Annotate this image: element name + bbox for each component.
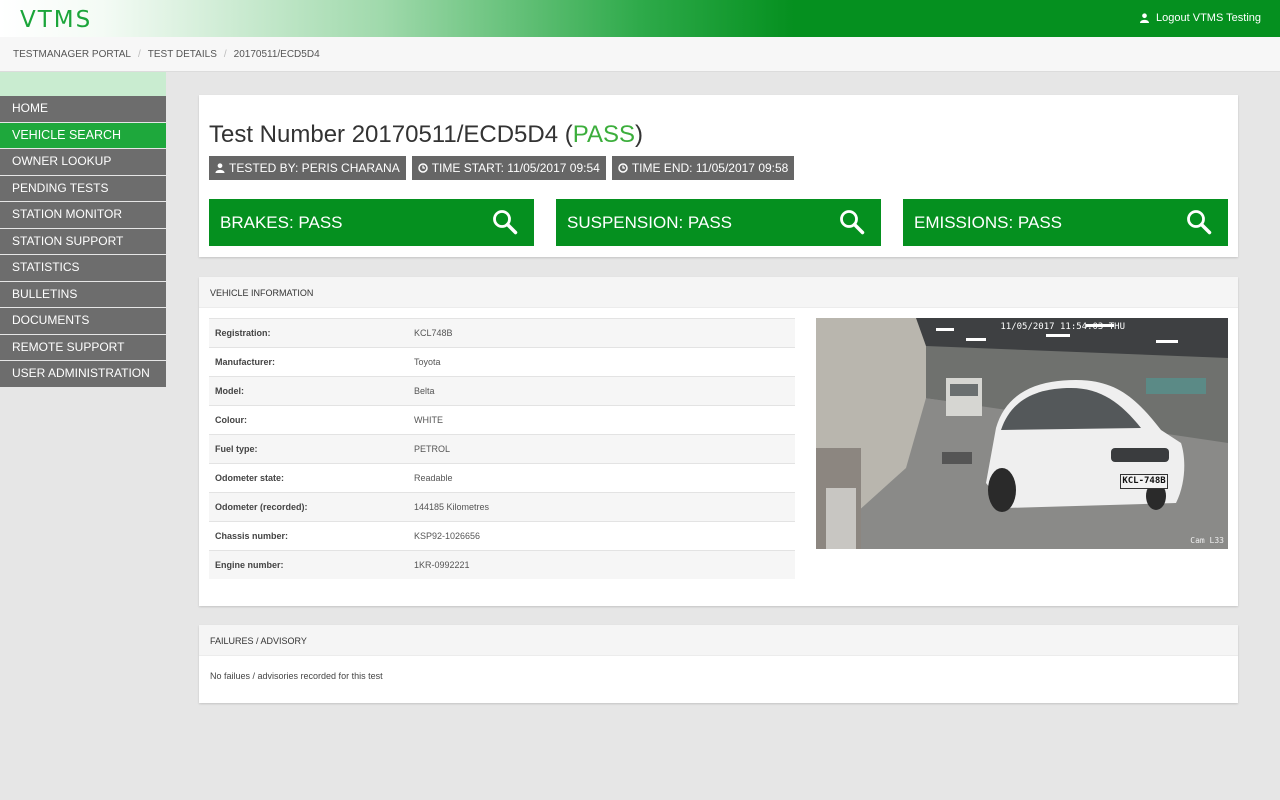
camera-timestamp: 11/05/2017 11:54:03 THU — [1000, 322, 1125, 332]
sidebar-item-station-support[interactable]: STATION SUPPORT — [0, 228, 166, 254]
time-end-badge: TIME END: 11/05/2017 09:58 — [611, 156, 795, 180]
vehicle-information-table: Registration: KCL748B Manufacturer: Toyota… — [209, 318, 795, 579]
row-value: 1KR-0992221 — [414, 560, 470, 570]
breadcrumb-separator: / — [137, 49, 141, 60]
clock-icon — [417, 163, 428, 173]
sidebar-item-station-monitor[interactable]: STATION MONITOR — [0, 202, 166, 228]
sidebar-item-statistics[interactable]: STATISTICS — [0, 255, 166, 281]
table-row: Manufacturer: Toyota — [209, 347, 795, 376]
camera-label: Cam L33 — [1190, 536, 1224, 545]
test-status: PASS — [572, 121, 635, 148]
suspension-result-label: SUSPENSION: PASS — [567, 213, 733, 232]
row-key: Colour: — [215, 415, 247, 425]
breadcrumb: TESTMANAGER PORTAL / TEST DETAILS / 2017… — [13, 49, 320, 60]
row-key: Fuel type: — [215, 444, 258, 454]
time-start-badge: TIME START: 11/05/2017 09:54 — [411, 156, 606, 180]
brakes-result-button[interactable]: BRAKES: PASS — [209, 199, 534, 246]
row-key: Engine number: — [215, 560, 284, 570]
row-value: PETROL — [414, 444, 451, 454]
row-key: Manufacturer: — [215, 357, 276, 367]
time-end-text: TIME END: 11/05/2017 09:58 — [631, 161, 789, 175]
table-row: Odometer (recorded): 144185 Kilometres — [209, 492, 795, 521]
logout-label: Logout VTMS Testing — [1156, 12, 1261, 24]
breadcrumb-item-portal[interactable]: TESTMANAGER PORTAL — [13, 49, 131, 60]
table-row: Model: Belta — [209, 376, 795, 405]
clock-icon — [618, 163, 628, 173]
tested-by-text: TESTED BY: PERIS CHARANA — [229, 161, 400, 175]
sidebar-item-vehicle-search[interactable]: VEHICLE SEARCH — [0, 122, 166, 148]
table-row: Registration: KCL748B — [209, 318, 795, 347]
sidebar-item-remote-support[interactable]: REMOTE SUPPORT — [0, 334, 166, 360]
row-key: Chassis number: — [215, 531, 289, 541]
breadcrumb-item-current: 20170511/ECD5D4 — [233, 49, 320, 60]
row-key: Odometer state: — [215, 473, 285, 483]
failures-advisory-header: FAILURES / ADVISORY — [199, 625, 1238, 656]
test-summary-panel: Test Number 20170511/ECD5D4 (PASS) TESTE… — [199, 95, 1238, 257]
row-value: WHITE — [414, 415, 443, 425]
title-suffix: ) — [635, 121, 643, 148]
failures-advisory-panel: FAILURES / ADVISORY No failues / advisor… — [199, 625, 1238, 703]
row-key: Registration: — [215, 328, 271, 338]
table-row: Fuel type: PETROL — [209, 434, 795, 463]
suspension-result-button[interactable]: SUSPENSION: PASS — [556, 199, 881, 246]
sidebar-item-pending-tests[interactable]: PENDING TESTS — [0, 175, 166, 201]
table-row: Engine number: 1KR-0992221 — [209, 550, 795, 579]
emissions-result-label: EMISSIONS: PASS — [914, 213, 1063, 232]
app-logo[interactable]: VTMS — [20, 7, 92, 33]
page-title: Test Number 20170511/ECD5D4 (PASS) — [209, 121, 643, 149]
test-results: BRAKES: PASS SUSPENSION: PASS EMISSIONS:… — [209, 199, 1228, 246]
breadcrumb-item-test-details[interactable]: TEST DETAILS — [148, 49, 217, 60]
title-prefix: Test Number 20170511/ECD5D4 ( — [209, 121, 573, 148]
vehicle-information-header: VEHICLE INFORMATION — [199, 277, 1238, 308]
search-icon — [1187, 210, 1212, 235]
sidebar-item-user-administration[interactable]: USER ADMINISTRATION — [0, 361, 166, 387]
table-row: Colour: WHITE — [209, 405, 795, 434]
camera-scene — [816, 318, 1228, 549]
license-plate: KCL-748B — [1120, 474, 1168, 489]
emissions-result-button[interactable]: EMISSIONS: PASS — [903, 199, 1228, 246]
user-icon — [215, 163, 225, 173]
tested-by-badge: TESTED BY: PERIS CHARANA — [209, 156, 406, 180]
sidebar-item-bulletins[interactable]: BULLETINS — [0, 281, 166, 307]
row-value: 144185 Kilometres — [414, 502, 490, 512]
vehicle-camera-image[interactable]: 11/05/2017 11:54:03 THU KCL-748B Cam L33 — [816, 318, 1228, 549]
sidebar-accent — [0, 72, 166, 96]
sidebar-item-home[interactable]: HOME — [0, 96, 166, 122]
brakes-result-label: BRAKES: PASS — [220, 213, 343, 232]
row-value: Toyota — [414, 357, 441, 367]
breadcrumb-separator: / — [223, 49, 227, 60]
vehicle-information-panel: VEHICLE INFORMATION Registration: KCL748B… — [199, 277, 1238, 606]
row-value: Belta — [414, 386, 435, 396]
sidebar-item-documents[interactable]: DOCUMENTS — [0, 308, 166, 334]
row-key: Odometer (recorded): — [215, 502, 308, 512]
row-key: Model: — [215, 386, 244, 396]
vehicle-information-title: VEHICLE INFORMATION — [210, 288, 314, 298]
failures-advisory-message: No failues / advisories recorded for thi… — [210, 671, 383, 681]
breadcrumb-bar: TESTMANAGER PORTAL / TEST DETAILS / 2017… — [0, 37, 1280, 72]
sidebar-nav: HOME VEHICLE SEARCH OWNER LOOKUP PENDING… — [0, 96, 166, 388]
top-header: VTMS Logout VTMS Testing — [0, 0, 1280, 37]
row-value: KSP92-1026656 — [414, 531, 481, 541]
time-start-text: TIME START: 11/05/2017 09:54 — [431, 161, 600, 175]
table-row: Odometer state: Readable — [209, 463, 795, 492]
user-icon — [1140, 13, 1150, 23]
table-row: Chassis number: KSP92-1026656 — [209, 521, 795, 550]
row-value: KCL748B — [414, 328, 453, 338]
logout-link[interactable]: Logout VTMS Testing — [1140, 12, 1261, 24]
failures-advisory-title: FAILURES / ADVISORY — [210, 636, 307, 646]
sidebar-item-owner-lookup[interactable]: OWNER LOOKUP — [0, 149, 166, 175]
search-icon — [840, 210, 865, 235]
search-icon — [493, 210, 518, 235]
test-meta-chips: TESTED BY: PERIS CHARANA TIME START: 11/… — [209, 156, 795, 180]
row-value: Readable — [414, 473, 453, 483]
